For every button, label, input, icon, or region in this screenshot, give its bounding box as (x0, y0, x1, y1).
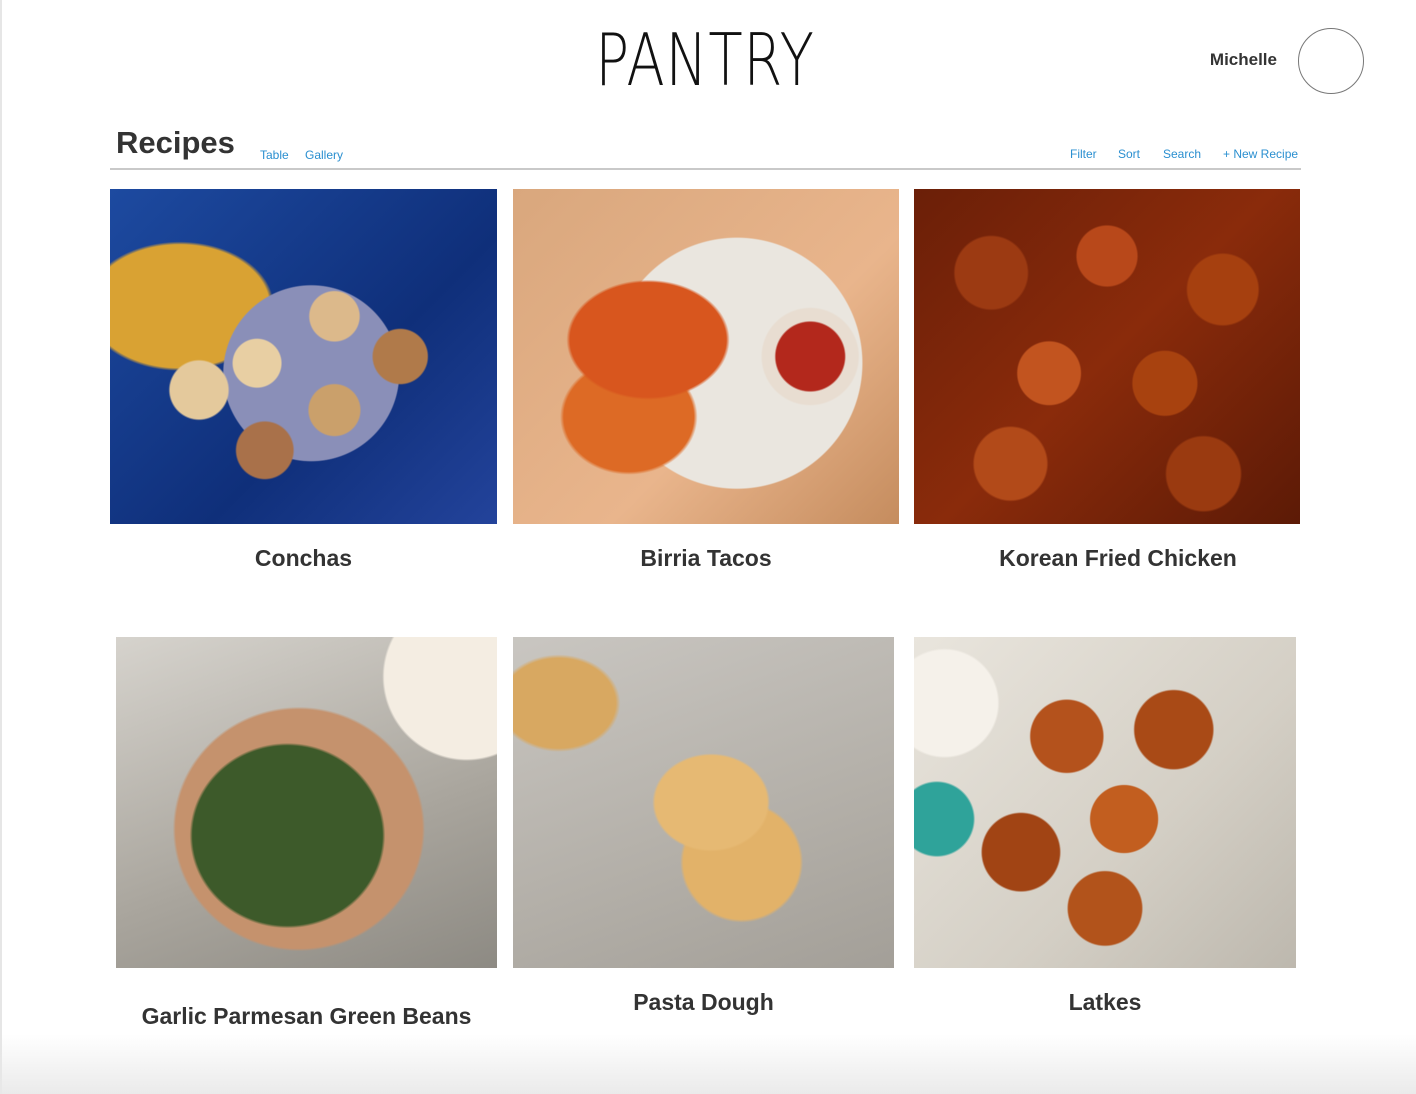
window-edge (0, 0, 2, 1094)
korean-fried-chicken-photo[interactable] (914, 189, 1300, 524)
user-avatar[interactable] (1298, 28, 1364, 94)
view-gallery-link[interactable]: Gallery (305, 148, 343, 162)
recipe-title[interactable]: Pasta Dough (513, 989, 894, 1016)
page-title: Recipes (116, 125, 235, 160)
recipe-title[interactable]: Garlic Parmesan Green Beans (140, 1003, 473, 1030)
search-link[interactable]: Search (1163, 147, 1201, 161)
new-recipe-link[interactable]: + New Recipe (1223, 147, 1298, 161)
recipes-toolbar: Recipes Table Gallery Filter Sort Search… (110, 120, 1301, 170)
view-table-link[interactable]: Table (260, 148, 289, 162)
pantry-logo[interactable]: PANTRY (592, 22, 818, 98)
user-name: Michelle (1209, 50, 1277, 69)
recipe-title[interactable]: Latkes (914, 989, 1296, 1016)
filter-link[interactable]: Filter (1070, 147, 1097, 161)
conchas-photo[interactable] (110, 189, 497, 524)
recipe-title[interactable]: Korean Fried Chicken (914, 545, 1322, 572)
birria-tacos-photo[interactable] (513, 189, 899, 524)
recipe-title[interactable]: Birria Tacos (513, 545, 899, 572)
recipe-title[interactable]: Conchas (110, 545, 497, 572)
green-beans-photo[interactable] (116, 637, 497, 968)
pasta-dough-photo[interactable] (513, 637, 894, 968)
latkes-photo[interactable] (914, 637, 1296, 968)
sort-link[interactable]: Sort (1118, 147, 1140, 161)
bottom-fade (0, 1034, 1416, 1094)
